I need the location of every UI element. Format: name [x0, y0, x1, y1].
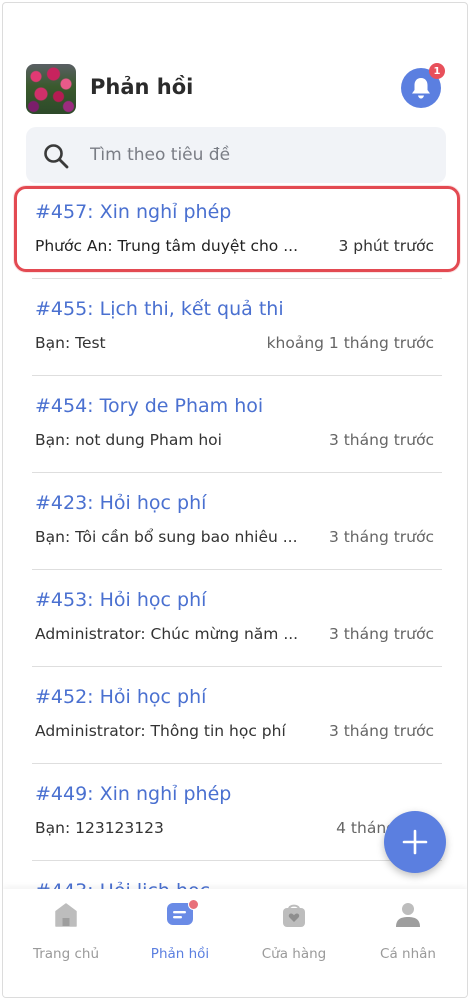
list-item[interactable]: #443: Hỏi lịch học: [32, 862, 442, 889]
list-item[interactable]: #455: Lịch thi, kết quả thi Bạn: Test kh…: [32, 280, 442, 376]
item-title: #443: Hỏi lịch học: [35, 880, 210, 889]
item-title: #457: Xin nghỉ phép: [35, 201, 232, 223]
item-preview: Administrator: Chúc mừng năm ...: [35, 625, 299, 643]
bottom-nav: Trang chủ Phản hồi Cửa hàng Cá nhân: [3, 889, 467, 997]
item-preview: Bạn: Tôi cần bổ sung bao nhiêu ...: [35, 528, 298, 546]
add-feedback-button[interactable]: [384, 811, 446, 873]
item-time: 3 tháng trước: [328, 625, 434, 643]
nav-label: Phản hồi: [150, 946, 210, 962]
search-bar: [26, 127, 446, 183]
item-time: 3 tháng trước: [328, 528, 434, 546]
item-time: 3 tháng trước: [328, 722, 434, 740]
item-title: #455: Lịch thi, kết quả thi: [35, 298, 284, 320]
item-title: #452: Hỏi học phí: [35, 686, 207, 708]
avatar[interactable]: [26, 64, 76, 114]
item-preview: Phước An: Trung tâm duyệt cho ...: [35, 237, 298, 255]
feedback-dot: [188, 899, 199, 910]
list-item[interactable]: #449: Xin nghỉ phép Bạn: 123123123 4 thá…: [32, 765, 442, 861]
notification-button[interactable]: 1: [401, 63, 445, 108]
nav-label: Cửa hàng: [261, 946, 327, 962]
list-item[interactable]: #453: Hỏi học phí Administrator: Chúc mừ…: [32, 571, 442, 667]
list-item[interactable]: #454: Tory de Pham hoi Bạn: not dung Pha…: [32, 377, 442, 473]
header: Phản hồi 1: [3, 63, 467, 115]
app-screen: Phản hồi 1 #457: Xin nghỉ phép Phước An:…: [2, 2, 468, 998]
profile-icon: [396, 903, 420, 927]
page-title: Phản hồi: [90, 75, 194, 99]
item-title: #449: Xin nghỉ phép: [35, 783, 232, 805]
item-preview: Bạn: Test: [35, 334, 106, 352]
item-preview: Bạn: 123123123: [35, 819, 164, 837]
notification-badge: 1: [429, 63, 445, 79]
item-title: #423: Hỏi học phí: [35, 492, 207, 514]
nav-label: Trang chủ: [32, 946, 100, 962]
item-time: 3 tháng trước: [328, 431, 434, 449]
plus-icon: [402, 829, 428, 855]
bell-icon: [412, 78, 430, 99]
nav-item-profile[interactable]: Cá nhân: [353, 901, 463, 962]
list-item[interactable]: #452: Hỏi học phí Administrator: Thông t…: [32, 668, 442, 764]
feedback-list: #457: Xin nghỉ phép Phước An: Trung tâm …: [3, 183, 467, 889]
list-item[interactable]: #423: Hỏi học phí Bạn: Tôi cần bổ sung b…: [32, 474, 442, 570]
search-icon: [44, 144, 69, 169]
item-preview: Administrator: Thông tin học phí: [35, 722, 286, 740]
item-title: #453: Hỏi học phí: [35, 589, 207, 611]
nav-label: Cá nhân: [380, 946, 436, 962]
search-input[interactable]: [90, 127, 430, 183]
nav-item-home[interactable]: Trang chủ: [11, 901, 121, 962]
nav-item-store[interactable]: Cửa hàng: [239, 901, 349, 962]
list-item[interactable]: #457: Xin nghỉ phép Phước An: Trung tâm …: [32, 183, 442, 279]
item-time: 3 phút trước: [338, 237, 434, 255]
item-title: #454: Tory de Pham hoi: [35, 395, 264, 417]
home-icon: [55, 903, 77, 927]
item-preview: Bạn: not dung Pham hoi: [35, 431, 222, 449]
item-time: khoảng 1 tháng trước: [266, 334, 434, 352]
nav-item-feedback[interactable]: Phản hồi: [125, 899, 235, 962]
store-icon: [283, 904, 305, 927]
